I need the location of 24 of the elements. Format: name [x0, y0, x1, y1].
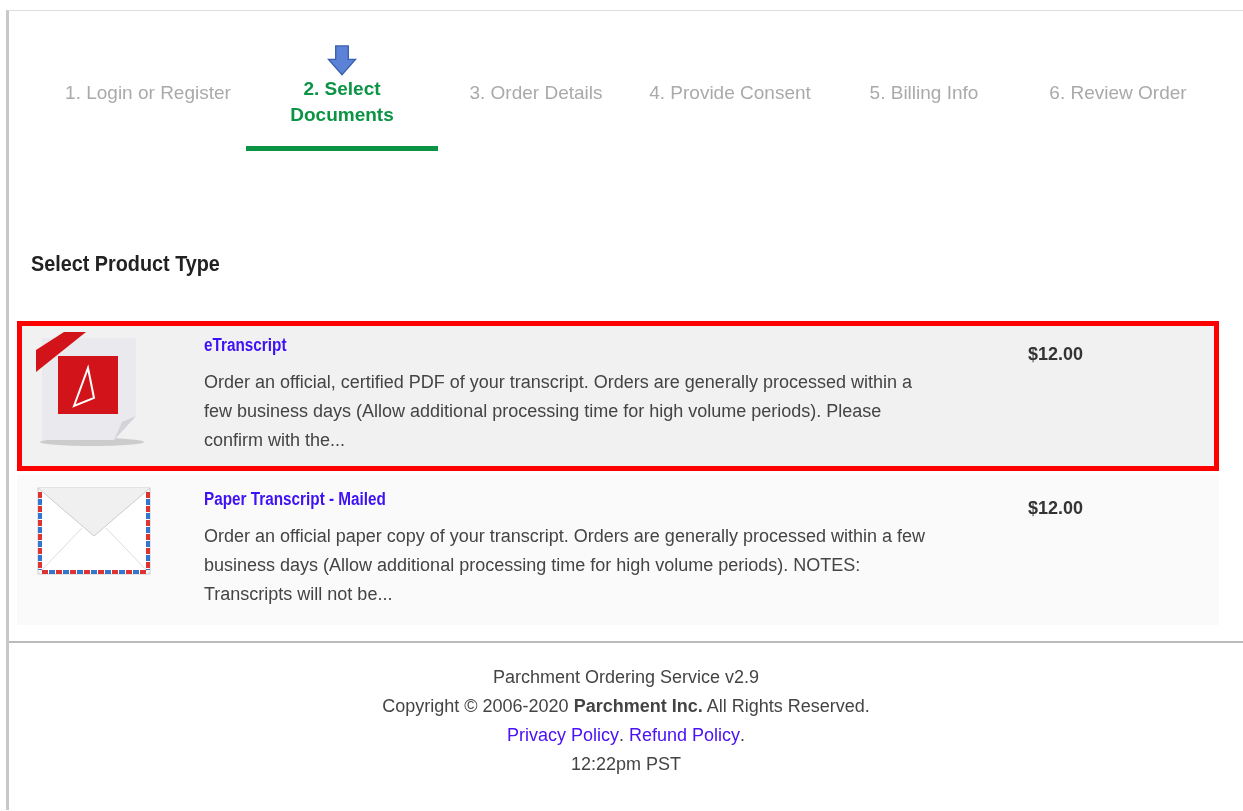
policy-link[interactable]: Refund Policy: [629, 721, 741, 750]
product-row[interactable]: [17, 475, 1219, 625]
time-text: 12:22pm PST: [570, 753, 682, 776]
product-row[interactable]: [17, 321, 1219, 471]
product-title-link[interactable]: eTranscript: [204, 330, 287, 360]
step-tab[interactable]: 5. Billing Info: [869, 80, 979, 106]
envelope-icon: [36, 486, 152, 576]
policy-link[interactable]: Privacy Policy: [506, 721, 619, 750]
step-tab[interactable]: 2. Select Documents: [267, 75, 417, 128]
version-text: Parchment Ordering Service v2.9: [492, 666, 760, 689]
link-punctuation: .: [740, 724, 746, 747]
step-tab[interactable]: 4. Provide Consent: [649, 80, 811, 106]
copyright-text: Copyright © 2006-2020 Parchment Inc. All Rights Reserved.: [382, 695, 870, 718]
section-heading: Select Product Type: [31, 251, 221, 277]
product-price: $12.00: [1028, 344, 1084, 366]
down-arrow-icon: [325, 45, 359, 76]
product-title-link[interactable]: Paper Transcript - Mailed: [204, 484, 386, 514]
step-tab[interactable]: 1. Login or Register: [65, 80, 231, 106]
step-tab[interactable]: 3. Order Details: [469, 80, 603, 106]
product-description: Order an official paper copy of your transcript. Orders are generally processed within a few business days (Allow additional processing time for high volume periods). NOTES: Transcripts will not be...: [204, 525, 926, 606]
step-tab[interactable]: 6. Review Order: [1049, 80, 1187, 106]
link-punctuation: .: [618, 724, 624, 747]
product-description: Order an official, certified PDF of your transcript. Orders are generally processed within a few business days (Allow additional processing time for high volume periods). Please confirm with the...: [204, 371, 913, 452]
product-price: $12.00: [1028, 498, 1084, 520]
